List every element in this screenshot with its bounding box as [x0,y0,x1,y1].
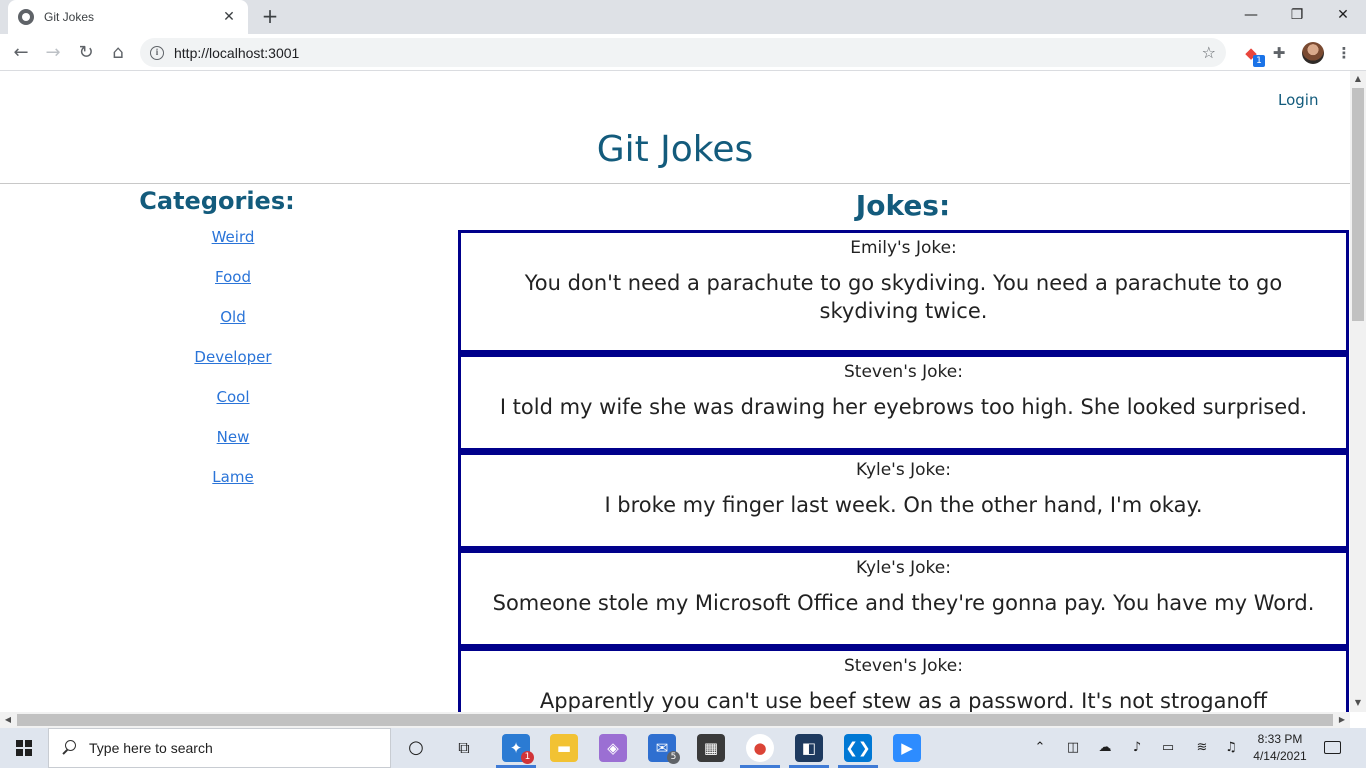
joke-card: Emily's Joke: You don't need a parachute… [458,230,1349,354]
vertical-scrollbar[interactable]: ▲ ▼ [1350,71,1366,712]
clock-date: 4/14/2021 [1253,749,1307,763]
site-title: Git Jokes [596,129,754,170]
joke-text: I told my wife she was drawing her eyebr… [499,395,1308,419]
battery-icon[interactable]: ▭ [1158,738,1178,758]
cortana-icon[interactable]: ○ [402,734,430,762]
scroll-down-icon[interactable]: ▼ [1350,698,1366,707]
category-link-lame[interactable]: Lame [166,468,300,508]
url-text[interactable]: http://localhost:3001 [174,45,1202,61]
meet-now-icon[interactable]: ◫ [1063,738,1083,758]
puzzle-extensions-icon[interactable]: ✚ [1268,42,1290,64]
chrome-icon[interactable]: ● [746,734,774,762]
joke-card: Kyle's Joke: I broke my finger last week… [458,452,1349,550]
show-hidden-icons-icon[interactable]: ⌃ [1030,738,1050,758]
microphone-icon[interactable]: ♪ [1127,738,1147,758]
search-icon [61,740,77,756]
category-link-new[interactable]: New [166,428,300,468]
extension-badge: 1 [1253,55,1265,67]
joke-author: Steven's Joke: [844,656,963,676]
address-bar[interactable]: i http://localhost:3001 ☆ [140,38,1226,67]
app-badge: 1 [521,751,534,764]
categories-heading: Categories: [139,187,295,215]
forward-arrow-icon[interactable]: → [40,40,66,66]
joke-author: Kyle's Joke: [856,558,951,578]
vscode-icon[interactable]: ❮❯ [844,734,872,762]
profile-avatar[interactable] [1302,42,1324,64]
horizontal-scroll-thumb[interactable] [17,714,1333,726]
start-button[interactable] [0,728,48,768]
globe-icon [18,9,34,25]
task-view-icon[interactable]: ⧉ [450,734,478,762]
reload-icon[interactable]: ↻ [73,40,99,66]
category-link-weird[interactable]: Weird [166,228,300,268]
joke-card: Steven's Joke: Apparently you can't use … [458,648,1349,712]
windows-logo-icon [16,740,32,756]
file-explorer-icon[interactable]: ▬ [550,734,578,762]
browser-tab-strip: Git Jokes ✕ + — ❐ ✕ [0,0,1366,34]
scroll-left-icon[interactable]: ◀ [0,715,16,724]
window-close-button[interactable]: ✕ [1320,0,1366,30]
menu-kebab-icon[interactable]: ⋮ [1333,42,1355,64]
joke-card: Steven's Joke: I told my wife she was dr… [458,354,1349,452]
joke-author: Emily's Joke: [850,238,957,258]
mail-badge: 5 [667,751,680,764]
browser-toolbar: ← → ↻ ⌂ i http://localhost:3001 ☆ ◆ 1 ✚ … [0,34,1366,71]
scroll-right-icon[interactable]: ▶ [1334,715,1350,724]
app-icon-database[interactable]: ◧ [795,734,823,762]
horizontal-scrollbar[interactable]: ◀ ▶ [0,712,1350,728]
windows-taskbar: Type here to search ○ ⧉ ✦ 1 ▬ ◈ ✉ 5 ▦ ● … [0,728,1366,768]
joke-author: Steven's Joke: [844,362,963,382]
categories-list: Weird Food Old Developer Cool New Lame [166,228,300,508]
app-icon-git[interactable]: ◈ [599,734,627,762]
joke-author: Kyle's Joke: [856,460,951,480]
close-tab-icon[interactable]: ✕ [220,9,238,25]
joke-text: Apparently you can't use beef stew as a … [539,689,1268,712]
header-divider [0,183,1350,184]
joke-card: Kyle's Joke: Someone stole my Microsoft … [458,550,1349,648]
taskbar-search[interactable]: Type here to search [48,728,391,768]
new-tab-button[interactable]: + [258,4,282,28]
browser-tab[interactable]: Git Jokes ✕ [8,0,248,34]
web-page: Login Git Jokes Categories: Weird Food O… [0,71,1350,712]
extension-icon[interactable]: ◆ 1 [1240,42,1265,67]
home-icon[interactable]: ⌂ [105,40,131,66]
notification-icon[interactable] [1322,738,1342,758]
category-link-cool[interactable]: Cool [166,388,300,428]
search-placeholder: Type here to search [89,740,213,756]
scroll-up-icon[interactable]: ▲ [1350,74,1366,83]
login-link[interactable]: Login [1278,91,1318,109]
joke-text: You don't need a parachute to go skydivi… [524,271,1283,323]
zoom-icon[interactable]: ▶ [893,734,921,762]
volume-icon[interactable]: ♫ [1221,738,1241,758]
jokes-list: Emily's Joke: You don't need a parachute… [458,230,1349,712]
restore-button[interactable]: ❐ [1274,0,1320,30]
joke-text: I broke my finger last week. On the othe… [604,493,1203,517]
mail-icon[interactable]: ✉ 5 [648,734,680,764]
minimize-button[interactable]: — [1228,0,1274,30]
tab-title: Git Jokes [44,10,95,24]
info-icon[interactable]: i [150,45,164,60]
jokes-heading: Jokes: [855,189,951,222]
app-icon-slack[interactable]: ✦ 1 [502,734,534,764]
joke-text: Someone stole my Microsoft Office and th… [492,591,1315,615]
store-icon[interactable]: ▦ [697,734,725,762]
wifi-icon[interactable]: ≋ [1192,738,1212,758]
category-link-food[interactable]: Food [166,268,300,308]
bookmark-star-icon[interactable]: ☆ [1202,43,1216,62]
category-link-old[interactable]: Old [166,308,300,348]
onedrive-icon[interactable]: ☁ [1095,738,1115,758]
system-clock[interactable]: 8:33 PM 4/14/2021 [1250,731,1310,765]
category-link-developer[interactable]: Developer [166,348,300,388]
vertical-scroll-thumb[interactable] [1352,88,1364,321]
clock-time: 8:33 PM [1257,732,1303,746]
back-arrow-icon[interactable]: ← [8,40,34,66]
